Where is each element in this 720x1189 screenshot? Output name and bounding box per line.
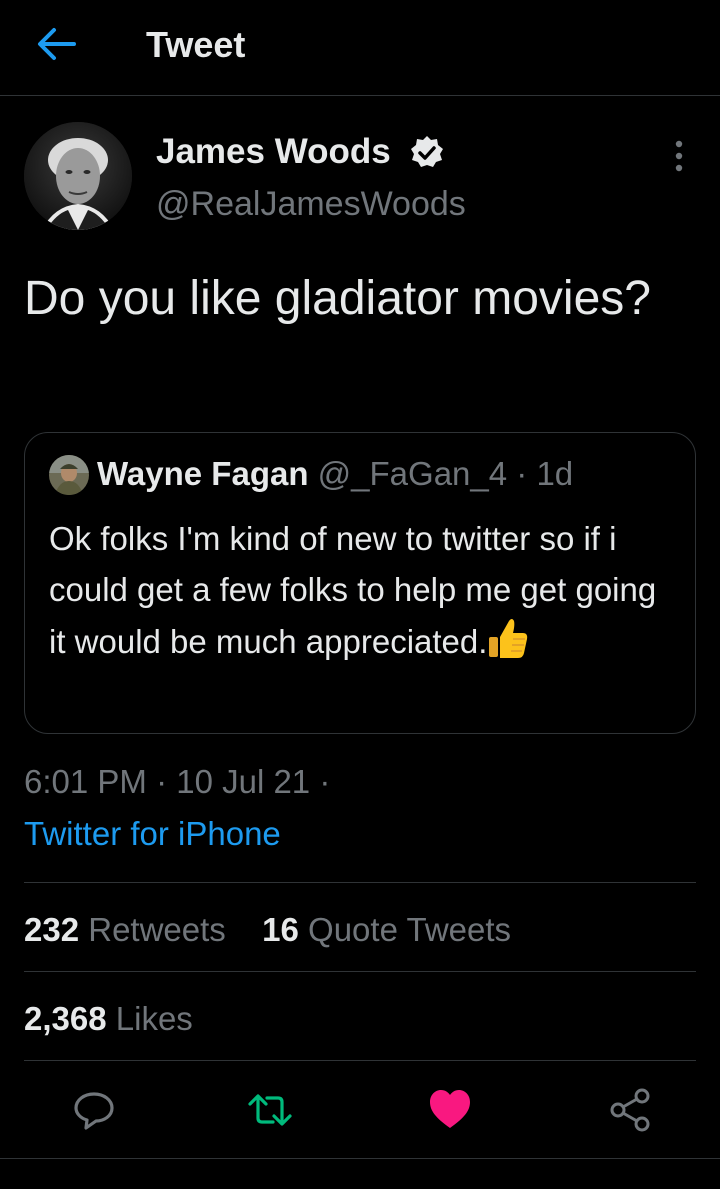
quotes-count: 16 bbox=[262, 911, 299, 948]
verified-badge-icon bbox=[411, 136, 443, 167]
quote-text: Ok folks I'm kind of new to twitter so i… bbox=[49, 513, 679, 667]
divider bbox=[24, 1060, 696, 1061]
more-options-icon[interactable] bbox=[664, 136, 694, 176]
quote-header: Wayne Fagan @_FaGan_4 · 1d bbox=[97, 453, 573, 495]
retweet-stats: 232 Retweets 16 Quote Tweets bbox=[24, 908, 511, 952]
tweet-text: Do you like gladiator movies? bbox=[24, 272, 651, 325]
quote-avatar bbox=[49, 455, 89, 495]
quote-time: · 1d bbox=[516, 455, 574, 492]
likes-stat[interactable]: 2,368 Likes bbox=[24, 997, 193, 1041]
quote-author-handle: @_FaGan_4 bbox=[317, 455, 508, 492]
quote-tweets-stat[interactable]: 16 Quote Tweets bbox=[262, 911, 511, 948]
quote-text-body: Ok folks I'm kind of new to twitter so i… bbox=[49, 520, 657, 660]
quote-author-name: Wayne Fagan bbox=[97, 455, 309, 492]
avatar[interactable] bbox=[24, 122, 132, 230]
source-link[interactable]: Twitter for iPhone bbox=[24, 812, 281, 856]
heart-icon[interactable] bbox=[426, 1086, 474, 1134]
likes-count: 2,368 bbox=[24, 1000, 107, 1037]
likes-label: Likes bbox=[115, 1000, 193, 1037]
divider bbox=[24, 882, 696, 883]
reply-icon[interactable] bbox=[70, 1086, 118, 1134]
retweet-icon[interactable] bbox=[246, 1086, 294, 1134]
author-handle[interactable]: @RealJamesWoods bbox=[156, 184, 466, 224]
retweets-label: Retweets bbox=[88, 911, 226, 948]
top-bar: Tweet bbox=[0, 0, 720, 96]
arrow-left-icon[interactable] bbox=[34, 24, 78, 64]
divider bbox=[0, 1158, 720, 1159]
divider bbox=[24, 971, 696, 972]
page-title: Tweet bbox=[146, 24, 246, 65]
quotes-label: Quote Tweets bbox=[308, 911, 512, 948]
retweets-count: 232 bbox=[24, 911, 80, 948]
thumbs-up-icon bbox=[489, 619, 528, 658]
quoted-tweet[interactable]: Wayne Fagan @_FaGan_4 · 1d Ok folks I'm … bbox=[24, 432, 696, 734]
share-icon[interactable] bbox=[606, 1086, 654, 1134]
author-name[interactable]: James Woods bbox=[156, 132, 391, 172]
retweets-stat[interactable]: 232 Retweets bbox=[24, 911, 226, 948]
tweet-timestamp: 6:01 PM · 10 Jul 21 · bbox=[24, 763, 331, 800]
